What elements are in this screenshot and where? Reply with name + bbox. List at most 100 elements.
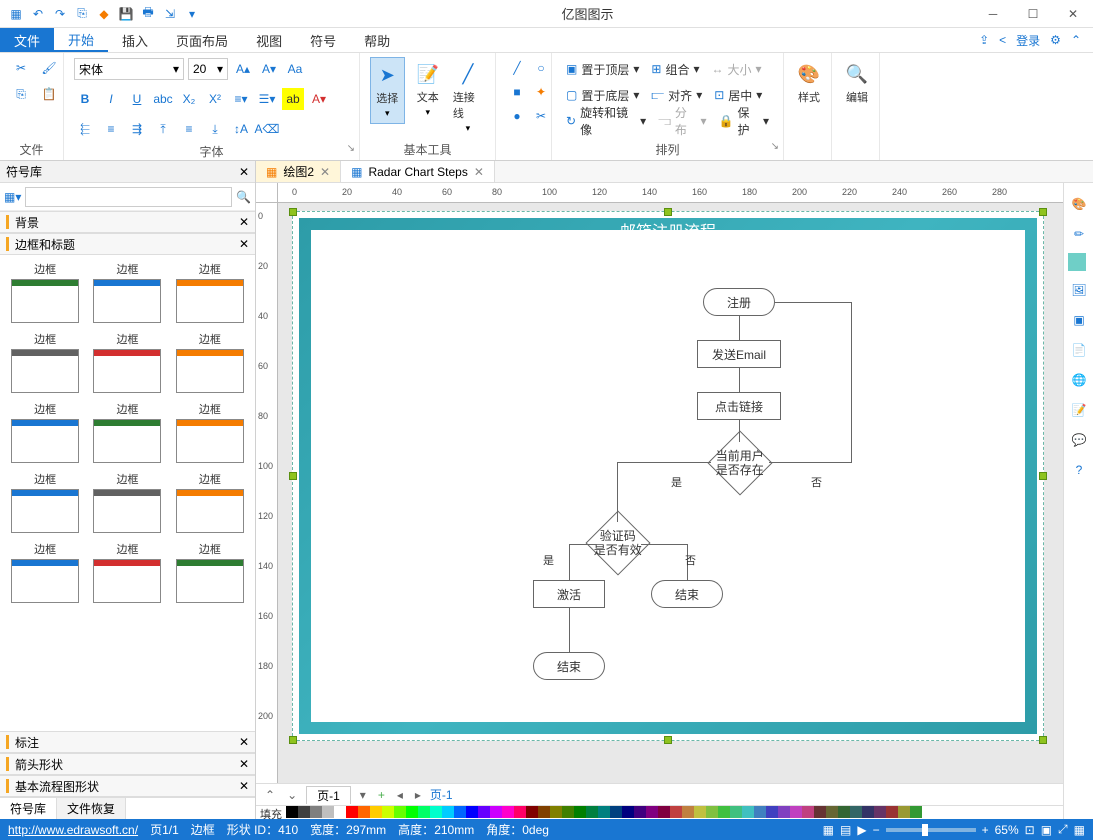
color-swatch[interactable] [910,806,922,818]
color-swatch[interactable] [466,806,478,818]
page-inner[interactable]: 注册 发送Email 点击链接 当前用户 是否存在 验证码 是否有效 激活 结束… [311,230,1025,722]
shape-border-0[interactable]: 边框 [6,261,84,323]
presentation-icon[interactable]: ▶ [857,823,866,837]
color-swatch[interactable] [694,806,706,818]
color-swatch[interactable] [742,806,754,818]
square-icon[interactable]: ■ [506,81,528,103]
color-swatch[interactable] [334,806,346,818]
color-swatch[interactable] [562,806,574,818]
color-swatch[interactable] [442,806,454,818]
color-swatch[interactable] [574,806,586,818]
shape-border-1[interactable]: 边框 [88,261,166,323]
node-send-email[interactable]: 发送Email [697,340,781,368]
color-swatch[interactable] [862,806,874,818]
color-swatch[interactable] [730,806,742,818]
node-end2[interactable]: 结束 [533,652,605,680]
color-swatch[interactable] [502,806,514,818]
color-swatch[interactable] [850,806,862,818]
tab-start[interactable]: 开始 [54,28,108,52]
color-swatch[interactable] [826,806,838,818]
circle-icon[interactable]: ● [506,105,528,127]
share-icon[interactable]: ⇪ [979,33,989,47]
layers-icon[interactable]: ▣ [1068,309,1090,331]
canvas-page[interactable]: 邮箱注册流程 注册 发送Email 点击链接 当前用户 是否存在 验证码 是否有… [292,211,1044,741]
view-mode2-icon[interactable]: ▤ [840,823,851,837]
color-swatch[interactable] [682,806,694,818]
maximize-button[interactable]: ☐ [1013,0,1053,28]
font-color-icon[interactable]: A▾ [308,88,330,110]
color-swatch[interactable] [814,806,826,818]
shape-border-6[interactable]: 边框 [6,401,84,463]
qat-menu-icon[interactable]: ▦ [6,4,26,24]
close-tab-icon[interactable]: ✕ [474,165,484,179]
shape-border-12[interactable]: 边框 [6,541,84,603]
page-down-icon[interactable]: ⌄ [284,788,300,802]
clear-format-icon[interactable]: A⌫ [256,118,278,140]
grid-icon[interactable]: ▦ [1074,823,1085,837]
add-page-icon[interactable]: + [375,788,388,802]
color-swatch[interactable] [526,806,538,818]
node-click-link[interactable]: 点击链接 [697,392,781,420]
color-swatch[interactable] [610,806,622,818]
fullscreen-icon[interactable]: ⤢ [1058,822,1068,837]
color-swatch[interactable] [514,806,526,818]
bullets-icon[interactable]: ☰▾ [256,88,278,110]
paste-icon[interactable]: 📋 [38,83,60,105]
color-swatch[interactable] [766,806,778,818]
copy-icon[interactable]: ⎘ [10,83,32,105]
tab-symbols[interactable]: 符号库 [0,798,57,819]
color-swatch[interactable] [658,806,670,818]
select-tool-button[interactable]: ➤ 选择▾ [370,57,405,124]
shape-border-9[interactable]: 边框 [6,471,84,533]
doc-tab-1[interactable]: ▦绘图2✕ [256,161,341,182]
export-icon[interactable]: ⇲ [160,4,180,24]
undo-icon[interactable]: ↶ [28,4,48,24]
decrease-font-icon[interactable]: A▾ [258,58,280,80]
fit-width-icon[interactable]: ⊡ [1025,823,1035,837]
color-swatch[interactable] [298,806,310,818]
increase-font-icon[interactable]: A▴ [232,58,254,80]
fill-icon[interactable] [1068,253,1086,271]
arrange-launcher-icon[interactable]: ↘ [771,141,779,152]
bold-icon[interactable]: B [74,88,96,110]
image-icon[interactable]: 🖼 [1068,279,1090,301]
color-swatch[interactable] [670,806,682,818]
color-swatch[interactable] [886,806,898,818]
group-button[interactable]: ⊞组合▾ [647,59,703,80]
shape-border-14[interactable]: 边框 [171,541,249,603]
shape-border-11[interactable]: 边框 [171,471,249,533]
color-swatch[interactable] [286,806,298,818]
tab-view[interactable]: 视图 [242,28,296,52]
color-swatch[interactable] [754,806,766,818]
color-swatch[interactable] [586,806,598,818]
category-flow[interactable]: 基本流程图形状✕ [0,775,255,797]
align-bottom-icon[interactable]: ⤓ [204,118,226,140]
color-swatch[interactable] [370,806,382,818]
color-swatch[interactable] [322,806,334,818]
panel-close-icon[interactable]: ✕ [239,165,249,179]
color-swatch[interactable] [874,806,886,818]
status-url[interactable]: http://www.edrawsoft.cn/ [8,823,138,837]
change-case-icon[interactable]: Aa [284,58,306,80]
color-swatch[interactable] [382,806,394,818]
align-top-icon[interactable]: ⤒ [152,118,174,140]
color-swatch[interactable] [490,806,502,818]
print-icon[interactable]: 🖶 [138,4,158,24]
fit-page-icon[interactable]: ▣ [1041,823,1052,837]
comment-icon[interactable]: 💬 [1068,429,1090,451]
cut-icon[interactable]: ✂ [10,57,32,79]
underline-icon[interactable]: U [126,88,148,110]
color-swatch[interactable] [598,806,610,818]
new-icon[interactable]: ⎘ [72,4,92,24]
node-end1[interactable]: 结束 [651,580,723,608]
shape-border-7[interactable]: 边框 [88,401,166,463]
page-tab-1[interactable]: 页-1 [306,786,351,804]
settings-icon[interactable]: ⚙ [1050,33,1061,47]
color-swatch[interactable] [454,806,466,818]
ruler-horizontal[interactable]: 020406080100120140160180200220240260280 [278,183,1079,203]
highlight-icon[interactable]: ab [282,88,304,110]
category-arrow[interactable]: 箭头形状✕ [0,753,255,775]
italic-icon[interactable]: I [100,88,122,110]
align-left-icon[interactable]: ⬱ [74,118,96,140]
color-swatch[interactable] [802,806,814,818]
